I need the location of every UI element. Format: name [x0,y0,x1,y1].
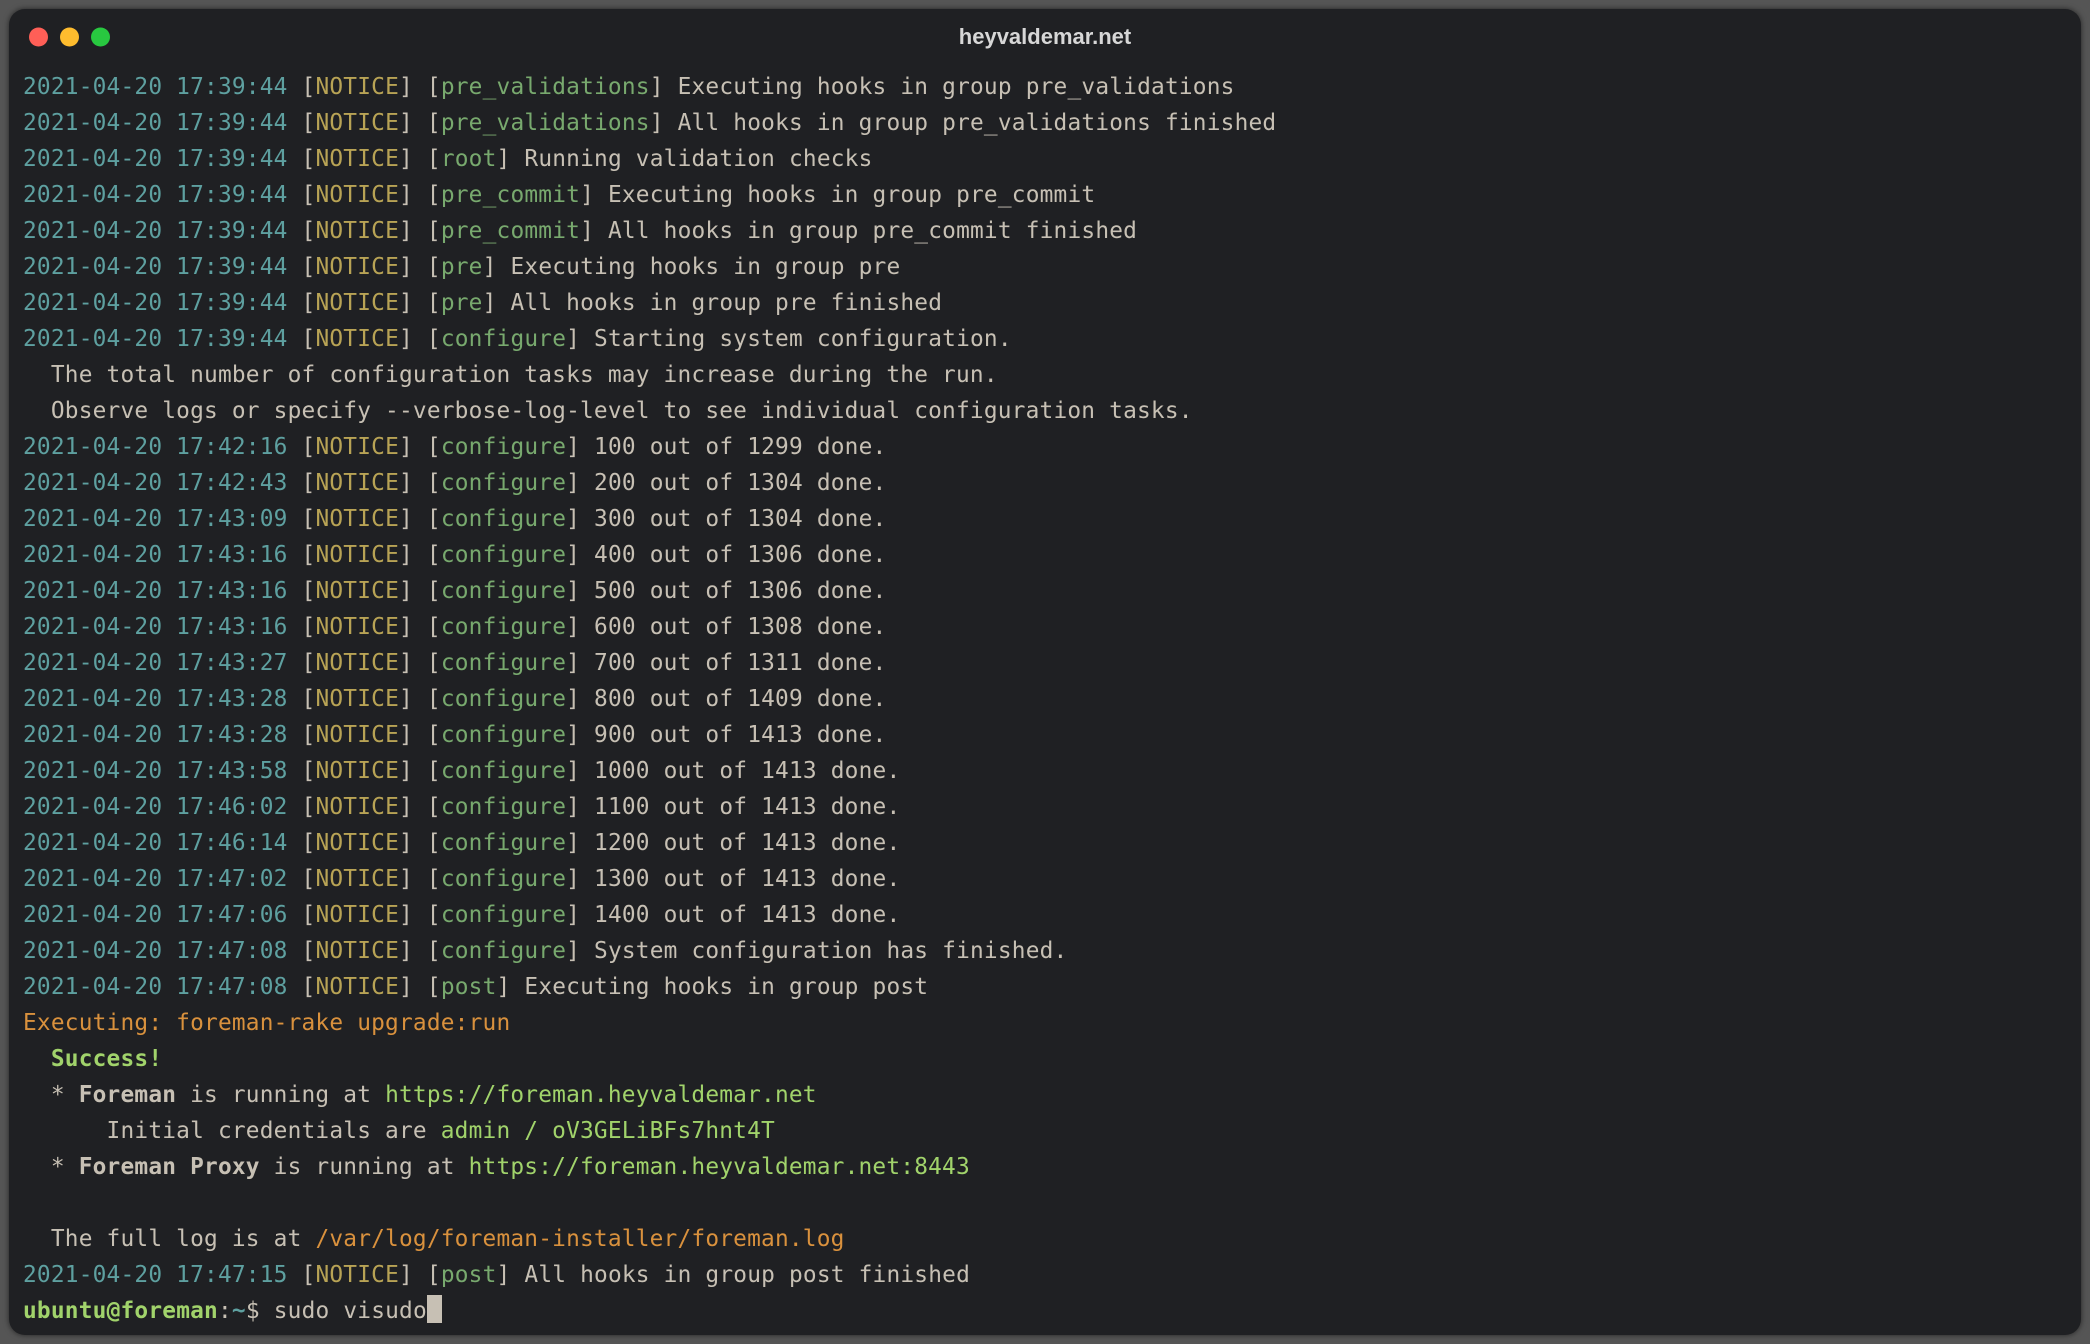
minimize-icon[interactable] [60,28,79,47]
window-title: heyvaldemar.net [959,24,1131,50]
terminal-window: heyvaldemar.net 2021-04-20 17:39:44 [NOT… [9,9,2081,1335]
window-controls [29,28,110,47]
titlebar: heyvaldemar.net [9,9,2081,65]
cursor-icon [427,1295,442,1323]
terminal-output[interactable]: 2021-04-20 17:39:44 [NOTICE] [pre_valida… [9,65,2081,1335]
zoom-icon[interactable] [91,28,110,47]
close-icon[interactable] [29,28,48,47]
